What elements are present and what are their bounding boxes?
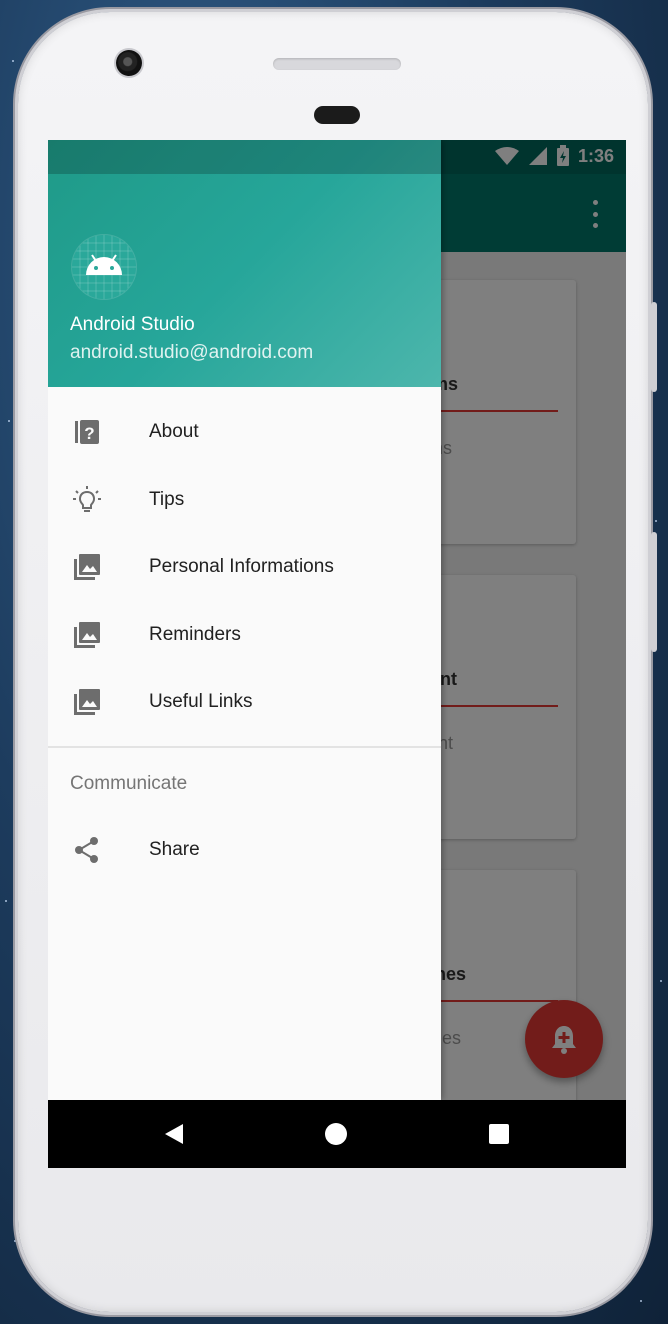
home-button[interactable] [322,1120,350,1148]
proximity-sensor [314,106,360,124]
front-camera [116,50,142,76]
android-icon [72,235,136,299]
screen: 1:36 mptoms mptoms eatment eatment searc… [48,140,626,1168]
photo-library-icon [72,552,102,582]
drawer-item-label: About [149,421,199,442]
drawer-item-label: Reminders [149,624,241,645]
share-icon [72,835,102,865]
help-book-icon: ? [72,417,102,447]
recents-square-icon [489,1124,509,1144]
drawer-item-label: Tips [149,489,185,510]
photo-library-icon [72,620,102,650]
drawer-divider [48,746,441,748]
user-email: android.studio@android.com [70,342,314,363]
drawer-item-personal-informations[interactable]: Personal Informations [48,537,441,597]
recents-button[interactable] [485,1120,513,1148]
drawer-header: Android Studio android.studio@android.co… [48,140,441,387]
navigation-drawer: Android Studio android.studio@android.co… [48,140,441,1100]
lightbulb-icon [72,485,102,515]
volume-button [651,302,657,392]
drawer-item-about[interactable]: ? About [48,402,441,462]
drawer-item-label: Share [149,839,200,860]
avatar[interactable] [72,235,136,299]
drawer-item-label: Personal Informations [149,556,334,577]
photo-library-icon [72,687,102,717]
drawer-item-label: Useful Links [149,691,253,712]
system-navigation-bar [48,1100,626,1168]
back-button[interactable] [160,1120,188,1148]
home-circle-icon [325,1123,347,1145]
user-name: Android Studio [70,314,195,335]
power-button [651,532,657,652]
drawer-status-bar [48,140,441,174]
svg-text:?: ? [84,424,94,443]
back-triangle-icon [165,1124,183,1144]
drawer-item-share[interactable]: Share [48,820,441,880]
drawer-item-reminders[interactable]: Reminders [48,605,441,665]
earpiece-speaker [273,58,401,70]
section-title-communicate: Communicate [70,773,188,794]
drawer-item-tips[interactable]: Tips [48,470,441,530]
drawer-item-useful-links[interactable]: Useful Links [48,672,441,732]
